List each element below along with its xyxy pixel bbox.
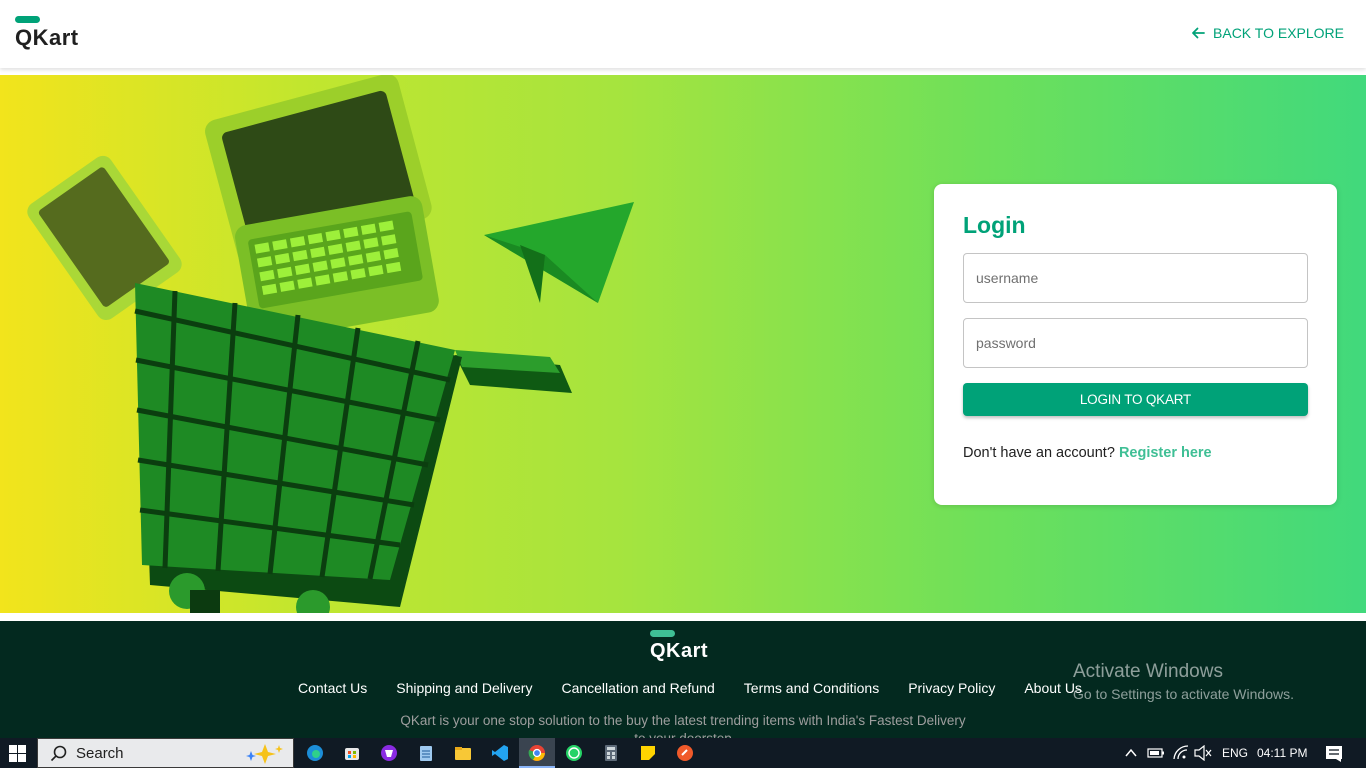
file-explorer-icon[interactable] [454,744,472,762]
footer-logo-text: QKart [650,640,709,662]
footer-logo: QKart [650,630,720,664]
notification-icon[interactable] [1325,745,1343,763]
app-icon[interactable] [676,744,694,762]
taskbar-search-label: Search [76,745,124,762]
footer-link-cancellation[interactable]: Cancellation and Refund [561,680,714,696]
battery-icon[interactable] [1147,746,1165,760]
username-input[interactable] [963,253,1308,303]
shopping-cart-illustration [27,75,634,613]
back-label: BACK TO EXPLORE [1213,25,1344,41]
chrome-icon[interactable] [528,744,546,762]
footer-link-terms[interactable]: Terms and Conditions [744,680,879,696]
chevron-up-icon[interactable] [1124,746,1138,760]
calculator-icon[interactable] [602,744,620,762]
store-icon[interactable] [343,744,361,762]
qkart-logo[interactable]: QKart [15,16,95,52]
whatsapp-icon[interactable] [565,744,583,762]
sticky-notes-icon[interactable] [639,744,657,762]
login-card: Login LOGIN TO QKART Don't have an accou… [934,184,1337,505]
login-button[interactable]: LOGIN TO QKART [963,383,1308,416]
watermark-subtitle: Go to Settings to activate Windows. [1073,686,1294,702]
footer-link-contact-us[interactable]: Contact Us [298,680,367,696]
footer-link-privacy[interactable]: Privacy Policy [908,680,995,696]
clock[interactable]: 04:11 PM [1257,746,1307,760]
password-input[interactable] [963,318,1308,368]
footer-links: Contact Us Shipping and Delivery Cancell… [298,680,1082,696]
brave-icon[interactable] [380,744,398,762]
arrow-left-icon [1192,27,1205,39]
sparkle-icon [246,744,283,764]
footer: QKart Contact Us Shipping and Delivery C… [0,621,1366,738]
register-link[interactable]: Register here [1119,445,1212,461]
activate-windows-watermark: Activate Windows Go to Settings to activ… [1073,661,1294,702]
footer-logo-bar-icon [650,630,675,637]
edge-icon[interactable] [306,744,324,762]
logo-bar-icon [15,16,40,23]
top-app-bar: QKart BACK TO EXPLORE [0,0,1366,68]
search-icon [50,745,67,762]
login-title: Login [963,212,1026,238]
speaker-muted-icon[interactable] [1194,745,1212,761]
footer-link-shipping[interactable]: Shipping and Delivery [396,680,532,696]
register-prompt: Don't have an account? Register here [963,445,1212,461]
notepad-icon[interactable] [417,744,435,762]
windows-start-icon[interactable] [9,745,26,762]
back-to-explore-button[interactable]: BACK TO EXPLORE [1191,22,1344,44]
register-prompt-text: Don't have an account? [963,445,1115,461]
taskbar-search-box[interactable]: Search [37,738,294,768]
language-indicator[interactable]: ENG [1222,746,1248,760]
windows-taskbar: Search ENG 04:11 PM [0,738,1366,768]
logo-text: QKart [15,25,79,50]
footer-description: QKart is your one stop solution to the b… [400,713,966,738]
wifi-icon[interactable] [1172,745,1190,761]
watermark-title: Activate Windows [1073,661,1223,682]
vscode-icon[interactable] [491,744,509,762]
